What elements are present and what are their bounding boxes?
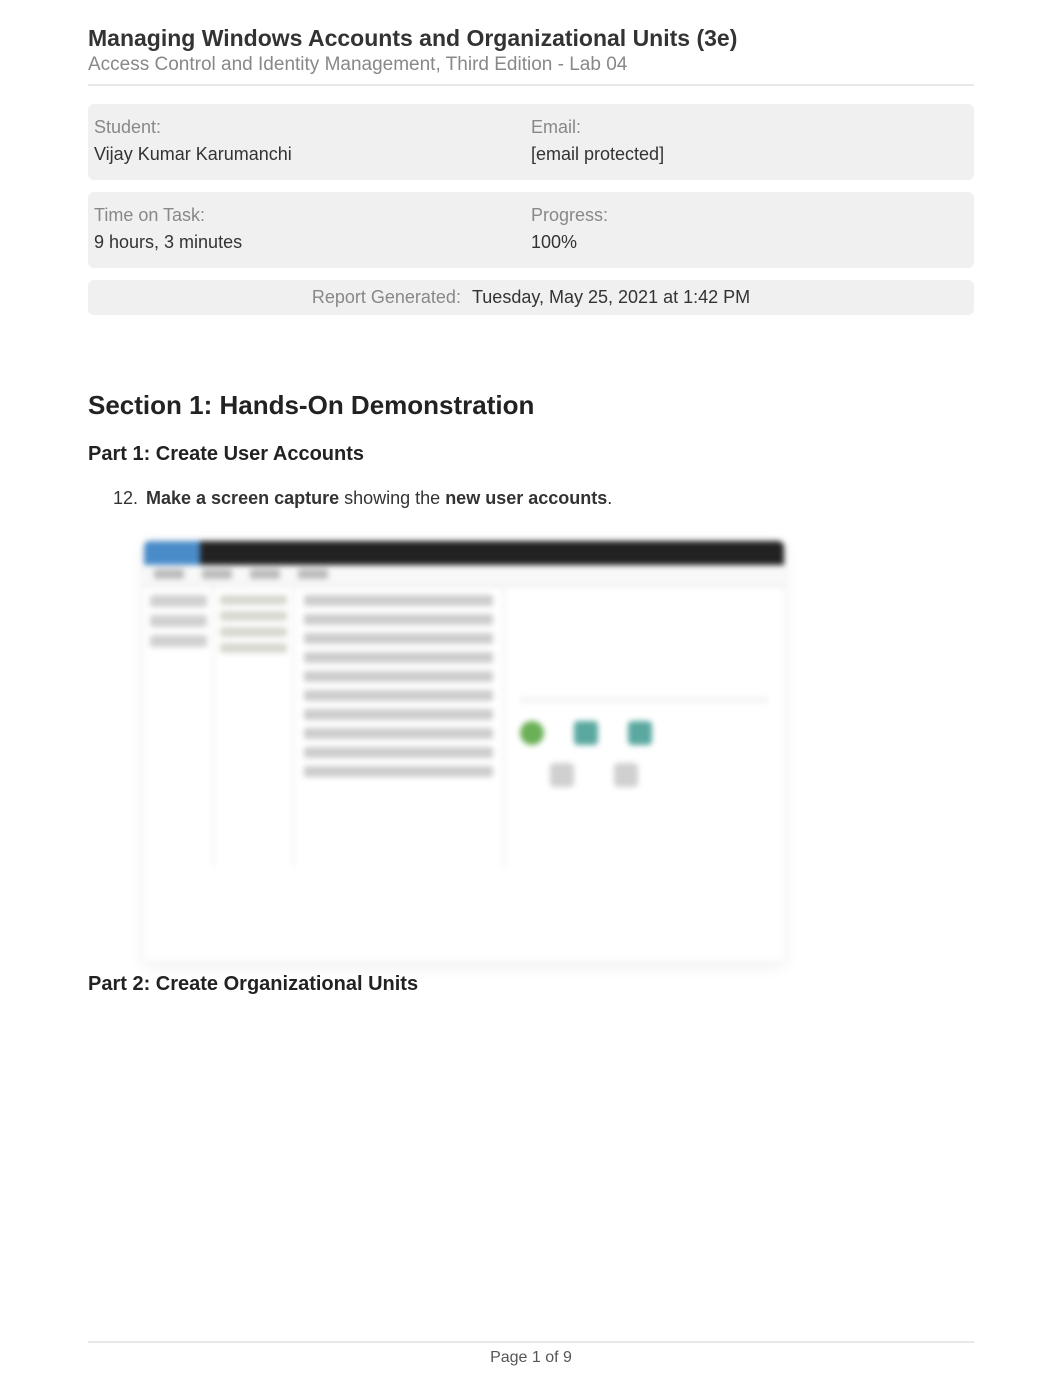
mock-list-item: [304, 747, 493, 758]
task-12-end: .: [607, 488, 612, 508]
student-col: Student: Vijay Kumar Karumanchi: [94, 117, 531, 165]
mock-menu-item: [298, 569, 328, 579]
task-12-bold2: new user accounts: [445, 488, 607, 508]
footer-page-text: Page 1 of 9: [0, 1349, 1062, 1367]
mock-sidebar-item: [150, 615, 207, 627]
mock-icon-teal: [628, 721, 652, 745]
mock-list-item: [304, 595, 493, 606]
mock-list-item: [304, 633, 493, 644]
screenshot-container: [144, 541, 974, 961]
email-label: Email:: [531, 117, 968, 138]
student-value: Vijay Kumar Karumanchi: [94, 144, 531, 165]
progress-label: Progress:: [531, 205, 968, 226]
task-12-row: 12. Make a screen capture showing the ne…: [88, 488, 974, 509]
mock-menu-item: [154, 569, 184, 579]
page-subtitle: Access Control and Identity Management, …: [88, 54, 974, 76]
page-container: Managing Windows Accounts and Organizati…: [0, 0, 1062, 996]
mock-white-area: [144, 867, 784, 961]
mock-list-item: [304, 690, 493, 701]
student-email-box: Student: Vijay Kumar Karumanchi Email: […: [88, 104, 974, 180]
email-value: [email protected]: [531, 144, 968, 165]
mock-tree-item: [220, 643, 287, 653]
mock-list: [294, 587, 504, 867]
part-1-heading: Part 1: Create User Accounts: [88, 443, 974, 466]
mock-list-item: [304, 652, 493, 663]
student-label: Student:: [94, 117, 531, 138]
page-footer: Page 1 of 9: [0, 1341, 1062, 1367]
mock-icons-below: [550, 763, 768, 787]
page-title: Managing Windows Accounts and Organizati…: [88, 25, 974, 52]
mock-icon-teal: [574, 721, 598, 745]
mock-list-item: [304, 709, 493, 720]
mock-list-item: [304, 766, 493, 777]
email-col: Email: [email protected]: [531, 117, 968, 165]
mock-tree: [214, 587, 294, 867]
time-col: Time on Task: 9 hours, 3 minutes: [94, 205, 531, 253]
mock-tree-item: [220, 595, 287, 605]
time-value: 9 hours, 3 minutes: [94, 232, 531, 253]
screenshot-mock-image: [144, 541, 784, 961]
mock-tree-item: [220, 627, 287, 637]
mock-body: [144, 587, 784, 867]
report-generated-label: Report Generated:: [312, 287, 461, 307]
mock-icon-gray: [550, 763, 574, 787]
report-generated-box: Report Generated: Tuesday, May 25, 2021 …: [88, 280, 974, 315]
time-label: Time on Task:: [94, 205, 531, 226]
mock-sidebar: [144, 587, 214, 867]
progress-col: Progress: 100%: [531, 205, 968, 253]
mock-right-divider: [520, 699, 768, 701]
header-divider: [88, 84, 974, 86]
task-12-mid: showing the: [339, 488, 445, 508]
section-1-heading: Section 1: Hands-On Demonstration: [88, 390, 974, 421]
mock-right-panel: [504, 587, 784, 867]
mock-menu-item: [202, 569, 232, 579]
task-12-text: Make a screen capture showing the new us…: [146, 488, 974, 509]
mock-menu-item: [250, 569, 280, 579]
mock-titlebar: [144, 541, 784, 565]
footer-divider: [88, 1341, 974, 1343]
mock-tree-item: [220, 611, 287, 621]
report-generated-value: Tuesday, May 25, 2021 at 1:42 PM: [472, 287, 750, 307]
mock-list-item: [304, 728, 493, 739]
time-progress-box: Time on Task: 9 hours, 3 minutes Progres…: [88, 192, 974, 268]
part-2-heading: Part 2: Create Organizational Units: [88, 973, 974, 996]
mock-icon-green: [520, 721, 544, 745]
mock-sidebar-item: [150, 595, 207, 607]
mock-titlebar-left: [144, 541, 200, 565]
progress-value: 100%: [531, 232, 968, 253]
mock-icon-gray: [614, 763, 638, 787]
task-12-bold1: Make a screen capture: [146, 488, 339, 508]
mock-list-item: [304, 671, 493, 682]
mock-menubar: [144, 565, 784, 587]
task-12-number: 12.: [110, 488, 146, 509]
mock-icons-row: [520, 721, 768, 745]
mock-sidebar-item: [150, 635, 207, 647]
mock-list-item: [304, 614, 493, 625]
